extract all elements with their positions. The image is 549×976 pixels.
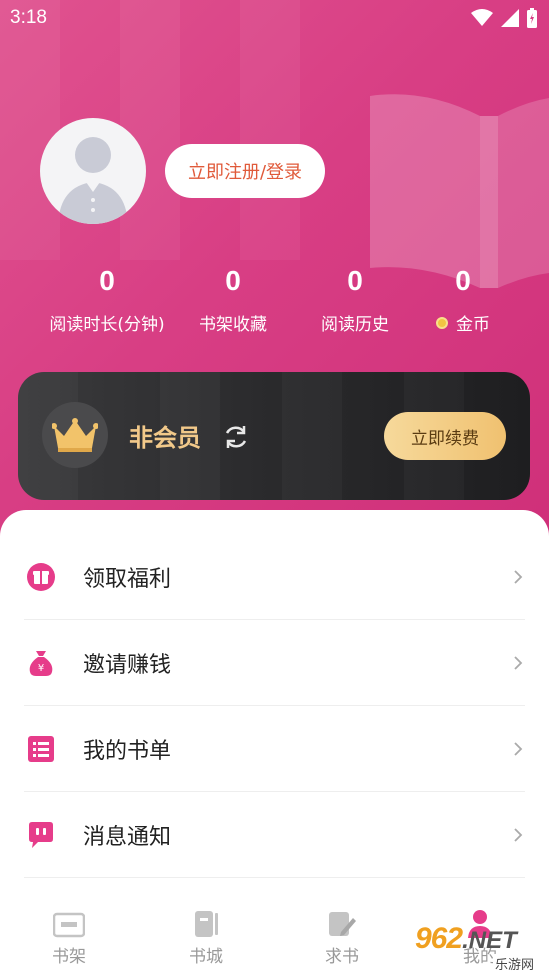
crown-badge <box>42 402 108 468</box>
tab-request-book[interactable]: 求书 <box>297 904 387 967</box>
menu-item-label: 邀请赚钱 <box>83 652 172 678</box>
coin-icon <box>436 316 448 329</box>
menu-item-label: 领取福利 <box>83 566 172 592</box>
stat-bookshelf[interactable]: 0 书架收藏 <box>186 262 280 335</box>
chevron-right-icon <box>514 741 523 756</box>
money-bag-icon: ¥ <box>24 646 58 680</box>
menu-item-messages[interactable]: 消息通知 <box>24 792 525 878</box>
default-avatar-icon <box>58 137 128 224</box>
stat-coins[interactable]: 0 金币 <box>420 262 506 335</box>
status-bar: 3:18 <box>0 0 549 36</box>
refresh-icon[interactable] <box>222 423 250 451</box>
status-icons <box>471 8 537 28</box>
stat-value: 0 <box>347 265 363 296</box>
menu-item-booklist[interactable]: 我的书单 <box>24 706 525 792</box>
tab-label: 求书 <box>325 947 359 967</box>
login-register-button[interactable]: 立即注册/登录 <box>165 144 325 198</box>
crown-icon <box>52 418 98 452</box>
gift-icon <box>24 560 58 594</box>
bookshelf-icon <box>24 904 114 938</box>
svg-text:¥: ¥ <box>38 663 44 674</box>
request-book-icon <box>297 904 387 938</box>
renew-membership-button[interactable]: 立即续费 <box>384 412 506 460</box>
menu-item-invite[interactable]: ¥ 邀请赚钱 <box>24 620 525 706</box>
chevron-right-icon <box>514 655 523 670</box>
stat-label: 金币 <box>456 315 490 335</box>
tab-bookshelf[interactable]: 书架 <box>24 904 114 967</box>
menu-item-welfare[interactable]: 领取福利 <box>24 534 525 620</box>
message-icon <box>24 818 58 852</box>
watermark-main: 962 <box>415 922 463 955</box>
chevron-right-icon <box>514 827 523 842</box>
menu-panel: 领取福利 ¥ 邀请赚钱 我的书单 消息通知 <box>0 510 549 890</box>
stat-label: 阅读时长(分钟) <box>49 315 165 335</box>
battery-icon <box>527 8 537 28</box>
open-book-decoration <box>370 94 549 288</box>
stat-label-wrap: 金币 <box>420 310 506 335</box>
wifi-icon <box>471 9 493 26</box>
signal-icon <box>501 9 519 27</box>
tab-label: 书架 <box>52 947 86 967</box>
tab-label: 书城 <box>189 947 223 967</box>
chevron-right-icon <box>514 569 523 584</box>
list-icon <box>24 732 58 766</box>
stat-history[interactable]: 0 阅读历史 <box>308 262 402 335</box>
decor-stripe <box>120 0 180 260</box>
decor-stripe <box>0 0 60 260</box>
stat-label: 阅读历史 <box>321 315 389 335</box>
stat-label: 书架收藏 <box>199 315 267 335</box>
bookstore-icon <box>161 904 251 938</box>
status-time: 3:18 <box>10 7 47 28</box>
stat-reading-time[interactable]: 0 阅读时长(分钟) <box>40 262 174 335</box>
menu-item-label: 消息通知 <box>83 824 172 850</box>
stat-value: 0 <box>99 265 115 296</box>
stat-value: 0 <box>225 265 241 296</box>
tab-bookstore[interactable]: 书城 <box>161 904 251 967</box>
decor-stripe <box>240 0 300 260</box>
stats-row: 0 阅读时长(分钟) 0 书架收藏 0 阅读历史 0 金币 <box>0 262 549 342</box>
menu-item-label: 我的书单 <box>83 738 172 764</box>
vip-card: 非会员 立即续费 <box>18 372 530 500</box>
watermark-suffix: .NET <box>462 927 517 954</box>
avatar[interactable] <box>40 118 146 224</box>
site-watermark: 962.NET 乐游网 <box>415 922 545 973</box>
watermark-sub: 乐游网 <box>493 954 537 973</box>
stat-value: 0 <box>455 265 471 296</box>
decor-stripe <box>282 372 342 500</box>
vip-status-label: 非会员 <box>129 424 201 452</box>
